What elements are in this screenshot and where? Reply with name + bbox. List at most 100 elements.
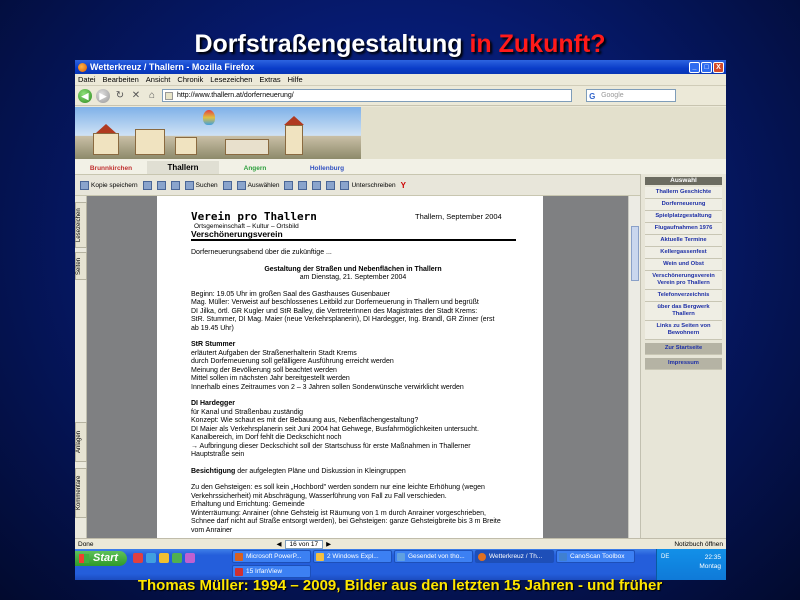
doc-line: DI Maier als Verkehrsplanerin seit Juni … (191, 425, 479, 433)
back-icon[interactable]: ◀ (78, 88, 92, 103)
doc-line: Verkehrssicherheit) mit Abschrägung, Was… (191, 492, 447, 500)
balloon-icon (203, 110, 215, 125)
sidebar-item-bergwerk[interactable]: über das Bergwerk Thallern (645, 302, 722, 321)
menu-lesezeichen[interactable]: Lesezeichen (210, 75, 252, 84)
zoom-icon[interactable] (284, 180, 294, 190)
pdf-page[interactable]: Verein pro Thallern Ortsgemeinschaft – K… (157, 196, 543, 538)
url-text: http://www.thallern.at/dorferneuerung/ (177, 92, 294, 99)
quicklaunch-icon[interactable] (185, 553, 195, 563)
menu-hilfe[interactable]: Hilfe (288, 75, 303, 84)
doc-line: Mittel sollen im nächsten Jahr bereitges… (191, 375, 350, 382)
url-bar[interactable]: http://www.thallern.at/dorferneuerung/ (162, 89, 572, 102)
menu-extras[interactable]: Extras (259, 75, 280, 84)
sidebar-item-geschichte[interactable]: Thallern Geschichte (645, 187, 722, 199)
google-icon: G (589, 92, 596, 101)
sidebar-item-impressum[interactable]: Impressum (645, 358, 722, 370)
sidebar-item-verein[interactable]: Verschönerungsverein Verein pro Thallern (645, 271, 722, 290)
rotate-icon[interactable] (312, 180, 322, 190)
notebook-link[interactable]: Notizbuch öffnen (674, 541, 723, 548)
sidebar-item-wein[interactable]: Wein und Obst (645, 259, 722, 271)
doc-line: erläutert Aufgaben der Straßenerhalterin… (191, 349, 357, 357)
search-icon (184, 180, 194, 190)
doc-line: durch Dorferneuerung soll gefälligere Au… (191, 358, 394, 365)
sidebar-item-links[interactable]: Links zu Seiten von Bewohnern (645, 321, 722, 340)
task-canoscan[interactable]: CanoScan Toolbox (556, 550, 635, 563)
print-icon[interactable] (142, 180, 152, 190)
doc-date: Thallern, September 2004 (415, 212, 502, 221)
navigation-toolbar: ◀ ▶ ↻ ✕ ⌂ http://www.thallern.at/dorfern… (75, 86, 726, 106)
reload-icon[interactable]: ↻ (114, 90, 126, 101)
task-explorer[interactable]: 2 Windows Expl... (313, 550, 392, 563)
doc-subheading: am Dienstag, 21. September 2004 (299, 274, 407, 281)
minimize-button[interactable]: _ (689, 61, 700, 73)
sign-button[interactable]: Unterschreiben (340, 180, 396, 190)
firefox-icon (78, 62, 87, 72)
sidebar-item-startseite[interactable]: Zur Startseite (645, 343, 722, 355)
page-number-input[interactable]: 16 von 17 (284, 539, 324, 549)
status-bar: Done ◀ 16 von 17 ▶ Notizbuch öffnen (75, 538, 726, 549)
slide-title: Dorfstraßengestaltung in Zukunft? (194, 30, 606, 58)
pdf-scrollbar[interactable] (628, 196, 640, 538)
search-input[interactable]: G Google (586, 89, 677, 102)
system-tray: DE 22:35 Montag (656, 549, 726, 580)
quicklaunch-icon[interactable] (172, 553, 182, 563)
tab-brunnkirchen[interactable]: Brunnkirchen (75, 165, 147, 174)
sidebar-item-flugaufnahmen[interactable]: Flugaufnahmen 1976 (645, 223, 722, 235)
start-button[interactable]: Start (75, 551, 127, 566)
prev-page-icon[interactable]: ◀ (277, 540, 282, 548)
close-button[interactable]: X (713, 61, 724, 73)
view-icon[interactable] (298, 180, 308, 190)
scroll-thumb[interactable] (631, 226, 639, 281)
doc-line: ab 19.45 Uhr) (191, 324, 234, 332)
task-mail[interactable]: Gesendet von tho... (394, 550, 473, 563)
page-icon[interactable] (326, 180, 336, 190)
tab-pages[interactable]: Seiten (75, 252, 87, 280)
hand-tool-icon[interactable] (222, 180, 232, 190)
adobe-icon[interactable]: Y (401, 181, 406, 190)
menu-ansicht[interactable]: Ansicht (146, 75, 171, 84)
save-copy-button[interactable]: Kopie speichern (80, 180, 138, 190)
forward-icon[interactable]: ▶ (96, 88, 110, 103)
sidebar-item-spielplatz[interactable]: Spielplatzgestaltung (645, 211, 722, 223)
tab-hollenburg[interactable]: Hollenburg (291, 165, 363, 174)
home-icon[interactable]: ⌂ (146, 90, 158, 101)
quicklaunch-icon[interactable] (133, 553, 143, 563)
doc-line: Hauptstraße sein (191, 451, 245, 458)
menu-datei[interactable]: Datei (78, 75, 96, 84)
doc-heading: Gestaltung der Straßen und Nebenflächen … (264, 265, 442, 273)
page-content: Brunnkirchen Thallern Angern Hollenburg … (75, 107, 726, 538)
next-page-icon[interactable]: ▶ (326, 540, 331, 548)
doc-line: Kanalbereich, im Dorf fehlt die Deckschi… (191, 434, 342, 441)
menu-chronik[interactable]: Chronik (177, 75, 203, 84)
quicklaunch-icon[interactable] (159, 553, 169, 563)
maximize-button[interactable]: □ (701, 61, 712, 73)
sidebar-item-kellergassenfest[interactable]: Kellergassenfest (645, 247, 722, 259)
language-indicator[interactable]: DE (661, 553, 669, 562)
task-firefox[interactable]: Wetterkreuz / Th... (475, 550, 554, 563)
sidebar-item-dorferneuerung[interactable]: Dorferneuerung (645, 199, 722, 211)
doc-line: DI Jilka, örtl. GR Kugler und StR Balley… (191, 307, 478, 315)
menu-bearbeiten[interactable]: Bearbeiten (103, 75, 139, 84)
tab-bookmarks[interactable]: Lesezeichen (75, 202, 87, 248)
task-powerpoint[interactable]: Microsoft PowerP... (232, 550, 311, 563)
tab-comments[interactable]: Kommentare (75, 468, 87, 518)
search-button[interactable]: Suchen (184, 180, 218, 190)
select-icon (236, 180, 246, 190)
taskbar: Start Microsoft PowerP... 2 Windows Expl… (75, 549, 726, 580)
quicklaunch-icon[interactable] (146, 553, 156, 563)
doc-line: Besichtigung der aufgelegten Pläne und D… (191, 467, 406, 475)
find-icon[interactable] (170, 180, 180, 190)
select-button[interactable]: Auswählen (236, 180, 279, 190)
email-icon[interactable] (156, 180, 166, 190)
sidebar-item-termine[interactable]: Aktuelle Termine (645, 235, 722, 247)
task-list: Microsoft PowerP... 2 Windows Expl... Ge… (232, 550, 642, 578)
quick-launch (133, 553, 195, 563)
pdf-side-tabs: Lesezeichen Seiten Anlagen Kommentare (75, 196, 87, 538)
stop-icon[interactable]: ✕ (130, 90, 142, 101)
sidebar-item-telefon[interactable]: Telefonverzeichnis (645, 290, 722, 302)
tab-angern[interactable]: Angern (219, 165, 291, 174)
search-placeholder: Google (601, 92, 624, 99)
tab-thallern[interactable]: Thallern (147, 161, 219, 174)
tab-attachments[interactable]: Anlagen (75, 422, 87, 462)
save-icon (80, 180, 89, 190)
